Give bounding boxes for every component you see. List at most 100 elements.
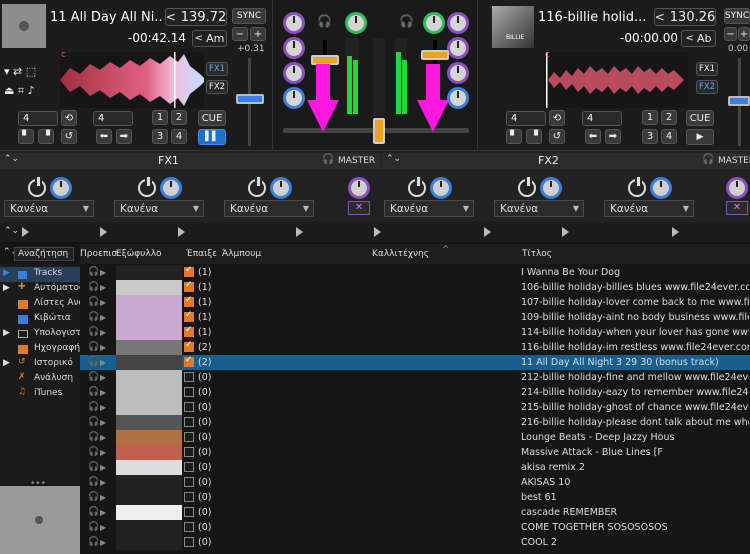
headphone-icon[interactable]: 🎧 bbox=[88, 340, 99, 355]
played-checkbox[interactable] bbox=[184, 417, 194, 427]
deck-right-pitch-minus[interactable]: − bbox=[724, 27, 737, 41]
headphone-icon[interactable]: 🎧 bbox=[88, 430, 99, 445]
play-preview-icon[interactable]: ▶ bbox=[100, 490, 106, 505]
sampler-pad-8-play-icon[interactable] bbox=[672, 227, 679, 237]
headphone-icon[interactable]: 🎧 bbox=[88, 325, 99, 340]
headphone-icon[interactable]: 🎧 bbox=[88, 535, 99, 550]
played-checkbox[interactable] bbox=[184, 477, 194, 487]
deck-left-fx2-button[interactable]: FX2 bbox=[206, 80, 228, 94]
fx2-slot2-knob[interactable] bbox=[540, 177, 562, 199]
deck-left-jump-back[interactable]: ⬅ bbox=[96, 129, 112, 144]
table-row[interactable]: 🎧 ▶ (0) 216-billie holiday-please dont talk… bbox=[80, 415, 750, 430]
headphone-icon[interactable]: 🎧 bbox=[88, 520, 99, 535]
play-preview-icon[interactable]: ▶ bbox=[100, 400, 106, 415]
played-checkbox[interactable] bbox=[184, 462, 194, 472]
fx1-slot1-knob[interactable] bbox=[50, 177, 72, 199]
deck-left-waveform[interactable] bbox=[60, 52, 204, 108]
play-preview-icon[interactable]: ▶ bbox=[100, 430, 106, 445]
deck-right-sync-button[interactable]: SYNC bbox=[724, 8, 750, 24]
fx2-headphone-icon[interactable]: 🎧 bbox=[702, 154, 714, 165]
played-checkbox[interactable] bbox=[184, 280, 194, 292]
deck-left-bpm-box[interactable]: < 139.72 bbox=[165, 8, 227, 26]
deck-right-cue-button[interactable]: CUE bbox=[686, 110, 714, 126]
deck-right-hotcue-2[interactable]: ▝ bbox=[526, 129, 542, 144]
table-row[interactable]: 🎧 ▶ (0) Massive Attack - Blue Lines [F bbox=[80, 445, 750, 460]
deck-left-pitch-slider[interactable] bbox=[236, 94, 264, 104]
table-row[interactable]: 🎧▶ (1) I Wanna Be Your Dog bbox=[80, 265, 750, 280]
table-row[interactable]: 🎧 ▶ (0) 215-billie holiday-ghost of chance … bbox=[80, 400, 750, 415]
deck-right-play-button[interactable]: ▶ bbox=[686, 129, 714, 145]
deck-left-pad-1[interactable]: 1 bbox=[152, 110, 168, 125]
played-checkbox[interactable] bbox=[184, 355, 194, 367]
fx1-slot3-knob[interactable] bbox=[270, 177, 292, 199]
headphone-icon[interactable]: 🎧 bbox=[88, 445, 99, 460]
column-preview[interactable]: Προεπισ bbox=[80, 249, 117, 259]
played-checkbox[interactable] bbox=[184, 265, 194, 277]
play-preview-icon[interactable]: ▶ bbox=[100, 280, 106, 295]
deck-right-hotcue-3[interactable]: ↺ bbox=[549, 129, 565, 144]
table-row[interactable]: 🎧▶ (1) 109-billie holiday-aint no body bus… bbox=[80, 310, 750, 325]
sampler-pad-3-play-icon[interactable] bbox=[178, 227, 185, 237]
deck-right-beatjump-select[interactable]: 4 bbox=[582, 111, 622, 126]
headphone-icon[interactable]: 🎧 bbox=[88, 355, 99, 370]
sampler-pad-4-play-icon[interactable] bbox=[296, 227, 303, 237]
headphone-icon[interactable]: 🎧 bbox=[88, 415, 99, 430]
fx2-slot1-knob[interactable] bbox=[430, 177, 452, 199]
deck-right-jump-forward[interactable]: ➡ bbox=[605, 129, 621, 144]
deck-left-beatjump-select[interactable]: 4 bbox=[93, 111, 133, 126]
deck-right-fx1-button[interactable]: FX1 bbox=[696, 62, 718, 76]
column-title[interactable]: Τίτλος bbox=[522, 249, 552, 259]
fx2-slot1-power-icon[interactable] bbox=[408, 177, 426, 197]
deck-left-option-icons[interactable]: ▾ ⇄ ⬚ ⏏ ⌗ ♪ bbox=[4, 62, 58, 100]
play-preview-icon[interactable]: ▶ bbox=[100, 355, 106, 370]
played-checkbox[interactable] bbox=[184, 447, 194, 457]
play-preview-icon[interactable]: ▶ bbox=[100, 340, 106, 355]
column-artist[interactable]: Καλλιτέχνης bbox=[372, 249, 429, 259]
headphone-icon[interactable]: 🎧 bbox=[88, 370, 99, 385]
table-row[interactable]: 🎧 ▶ (0) Lounge Beats - Deep Jazzy Hous bbox=[80, 430, 750, 445]
fx2-slot3-select[interactable]: Κανένα ▼ bbox=[604, 200, 694, 217]
deck-left-pad-3[interactable]: 3 bbox=[152, 129, 168, 144]
table-row[interactable]: 🎧▶ (2) 116-billie holiday-im restless www.… bbox=[80, 340, 750, 355]
played-checkbox[interactable] bbox=[184, 432, 194, 442]
table-row[interactable]: 🎧 ▶ (0) COME TOGETHER SOSOSOSOS bbox=[80, 520, 750, 535]
table-row[interactable]: 🎧 ▶ (0) cascade REMEMBER bbox=[80, 505, 750, 520]
table-row[interactable]: 🎧 ▶ (0) COOL 2 bbox=[80, 535, 750, 550]
headphone-icon[interactable]: 🎧 bbox=[88, 400, 99, 415]
fx1-slot1-select[interactable]: Κανένα ▼ bbox=[4, 200, 94, 217]
played-checkbox[interactable] bbox=[184, 295, 194, 307]
play-preview-icon[interactable]: ▶ bbox=[100, 445, 106, 460]
deck-left-sync-button[interactable]: SYNC bbox=[232, 8, 266, 24]
table-row[interactable]: 🎧 ▶ (0) 214-billie holiday-eazy to remember… bbox=[80, 385, 750, 400]
deck-right-pad-2[interactable]: 2 bbox=[661, 110, 677, 125]
played-checkbox[interactable] bbox=[184, 522, 194, 532]
fx2-slot1-select[interactable]: Κανένα ▼ bbox=[384, 200, 474, 217]
play-preview-icon[interactable]: ▶ bbox=[100, 310, 106, 325]
deck-left-cue-button[interactable]: CUE bbox=[198, 110, 226, 126]
table-row[interactable]: 🎧 ▶ (0) akisa remix 2 bbox=[80, 460, 750, 475]
headphone-icon[interactable]: 🎧 bbox=[88, 310, 99, 325]
table-row[interactable]: 🎧 ▶ (0) 212-billie holiday-fine and mellow … bbox=[80, 370, 750, 385]
fx1-slot2-knob[interactable] bbox=[160, 177, 182, 199]
fx2-collapse-icon[interactable]: ⌃⌄ bbox=[386, 154, 401, 164]
deck-left-vinyl[interactable] bbox=[2, 4, 46, 48]
play-preview-icon[interactable]: ▶ bbox=[100, 370, 106, 385]
headphone-icon[interactable]: 🎧 bbox=[88, 460, 99, 475]
fx2-master-knob[interactable] bbox=[726, 177, 748, 199]
played-checkbox[interactable] bbox=[184, 402, 194, 412]
played-checkbox[interactable] bbox=[184, 310, 194, 322]
eject-icon[interactable]: ⏏ ⌗ ♪ bbox=[4, 84, 35, 97]
deck-right-fx2-button[interactable]: FX2 bbox=[696, 80, 718, 94]
table-row[interactable]: 🎧▶ (2) 11 All Day All Night 3 29 30 (bonus… bbox=[80, 355, 750, 370]
sampler-pad-5-play-icon[interactable] bbox=[374, 227, 381, 237]
column-cover[interactable]: Εξώφυλλο bbox=[116, 249, 162, 259]
deck-right-waveform[interactable] bbox=[544, 52, 688, 108]
fx2-routing-icon[interactable]: ✕ bbox=[726, 201, 748, 215]
fx2-slot2-power-icon[interactable] bbox=[518, 177, 536, 197]
deck-left-fx1-button[interactable]: FX1 bbox=[206, 62, 228, 76]
fx1-slot3-power-icon[interactable] bbox=[248, 177, 266, 197]
deck-left-pad-2[interactable]: 2 bbox=[171, 110, 187, 125]
deck-right-loop-select[interactable]: 4 bbox=[506, 111, 546, 126]
deck-left-play-button[interactable]: ▌▌ bbox=[198, 129, 226, 145]
deck-right-bpm-box[interactable]: < 130.26 bbox=[654, 8, 716, 26]
